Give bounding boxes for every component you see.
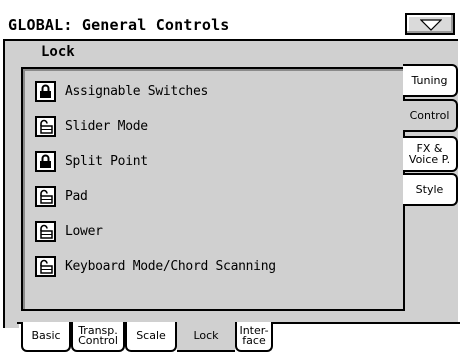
tab-label: FX & Voice P. xyxy=(409,143,450,165)
triangle-down-icon xyxy=(420,19,442,31)
lock-row-split-point[interactable]: Split Point xyxy=(35,149,148,173)
lock-row-label: Assignable Switches xyxy=(65,83,209,99)
lock-row-assignable-switches[interactable]: Assignable Switches xyxy=(35,79,208,103)
page-menu-button[interactable] xyxy=(405,13,455,35)
lock-row-label: Lower xyxy=(65,223,103,239)
lock-row-keyboard-mode-chord-scanning[interactable]: Keyboard Mode/Chord Scanning xyxy=(35,254,276,278)
lock-row-lower[interactable]: Lower xyxy=(35,219,103,243)
page-title: GLOBAL: General Controls xyxy=(8,16,230,34)
lock-checkbox[interactable] xyxy=(35,80,56,102)
lock-closed-icon xyxy=(40,154,51,168)
lock-closed-icon xyxy=(40,84,51,98)
tab-style[interactable]: Style xyxy=(403,173,458,206)
lock-row-slider-mode[interactable]: Slider Mode xyxy=(35,114,148,138)
lock-list-panel: Assignable Switches Slider Mode Split Po… xyxy=(21,67,405,311)
lock-open-icon xyxy=(40,259,53,274)
tab-label: Tuning xyxy=(411,74,448,87)
tab-label-line2: Voice P. xyxy=(408,153,451,166)
lock-checkbox[interactable] xyxy=(35,220,56,242)
lock-checkbox[interactable] xyxy=(35,255,56,277)
lock-open-icon xyxy=(40,189,53,204)
lock-checkbox[interactable] xyxy=(35,150,56,172)
lock-row-label: Split Point xyxy=(65,153,148,169)
tab-label: Inter- face xyxy=(239,325,268,347)
tab-label: Lock xyxy=(193,329,219,342)
lock-row-label: Pad xyxy=(65,188,88,204)
tab-label: Scale xyxy=(136,329,166,342)
tab-scale[interactable]: Scale xyxy=(125,322,177,352)
tab-transp-control[interactable]: Transp. Control xyxy=(71,322,125,352)
lock-row-pad[interactable]: Pad xyxy=(35,184,88,208)
tab-tuning[interactable]: Tuning xyxy=(403,64,458,97)
page-area: Lock Assignable Switches Slider Mode Spl… xyxy=(3,39,458,328)
tab-basic[interactable]: Basic xyxy=(21,322,71,352)
lock-row-label: Slider Mode xyxy=(65,118,148,134)
tab-label: Control xyxy=(409,109,450,122)
tab-rule xyxy=(273,322,460,324)
lock-open-icon xyxy=(40,224,53,239)
tab-label: Basic xyxy=(31,329,61,342)
lock-row-label: Keyboard Mode/Chord Scanning xyxy=(65,258,276,274)
tab-control[interactable]: Control xyxy=(403,99,458,132)
tab-label: Transp. Control xyxy=(78,325,118,347)
tab-fx-voice-p[interactable]: FX & Voice P. xyxy=(403,136,458,172)
tab-label-line2: face xyxy=(242,334,266,347)
tab-label-line2: Control xyxy=(78,334,118,347)
title-bar: GLOBAL: General Controls xyxy=(0,0,460,40)
lock-open-icon xyxy=(40,119,53,134)
lock-checkbox[interactable] xyxy=(35,185,56,207)
lock-checkbox[interactable] xyxy=(35,115,56,137)
tab-lock[interactable]: Lock xyxy=(177,322,235,352)
section-title: Lock xyxy=(41,44,75,60)
tab-label: Style xyxy=(415,183,444,196)
tab-interface[interactable]: Inter- face xyxy=(235,322,273,352)
